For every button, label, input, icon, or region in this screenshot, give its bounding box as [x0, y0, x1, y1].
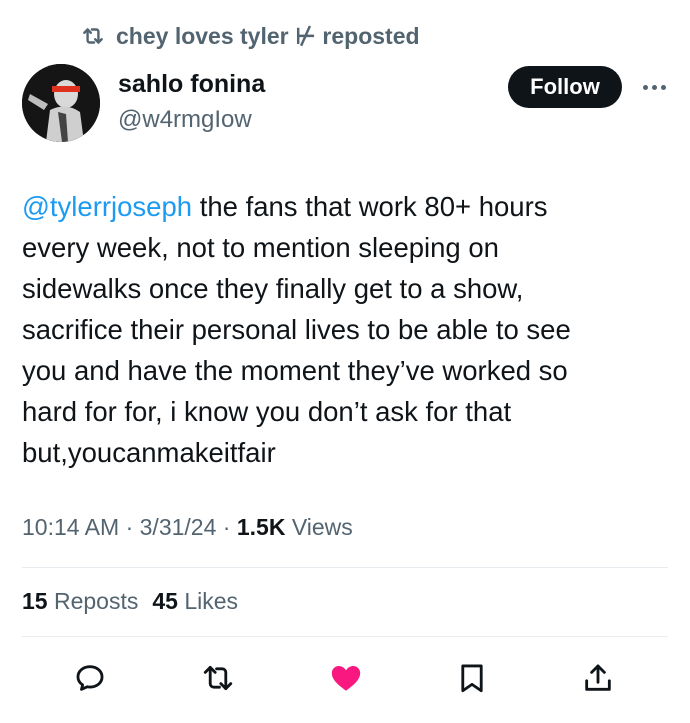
- reply-button[interactable]: [70, 658, 110, 698]
- bookmark-button[interactable]: [452, 658, 492, 698]
- divider: [22, 567, 668, 568]
- reposts-count: 15: [22, 588, 48, 614]
- action-bar: [0, 652, 690, 702]
- repost-button[interactable]: [198, 658, 238, 698]
- tweet-meta: 10:14 AM · 3/31/24 · 1.5K Views: [22, 514, 353, 541]
- repost-banner[interactable]: chey loves tyler ⊬ reposted: [80, 20, 420, 52]
- meta-separator: ·: [119, 514, 140, 540]
- follow-button[interactable]: Follow: [508, 66, 622, 108]
- engagement-stats: 15 Reposts 45 Likes: [22, 588, 238, 615]
- author-handle[interactable]: @w4rmgIow: [118, 106, 252, 134]
- author-name[interactable]: sahlo fonina: [118, 70, 265, 99]
- tweet-line: you and have the moment they’ve worked s…: [22, 355, 568, 386]
- tweet-line: the fans that work 80+ hours: [192, 191, 548, 222]
- avatar[interactable]: [22, 64, 100, 142]
- mention-link[interactable]: @tylerrjoseph: [22, 191, 192, 222]
- tweet-text: @tylerrjoseph the fans that work 80+ hou…: [22, 186, 662, 473]
- divider: [22, 636, 668, 637]
- share-button[interactable]: [578, 658, 618, 698]
- repost-icon: [203, 665, 233, 691]
- likes-count: 45: [152, 588, 178, 614]
- repost-banner-text[interactable]: chey loves tyler ⊬ reposted: [116, 23, 420, 50]
- views-count: 1.5K: [236, 514, 286, 540]
- tweet-line: hard for for, i know you don’t ask for t…: [22, 396, 512, 427]
- like-button[interactable]: [326, 658, 366, 698]
- tweet-line: every week, not to mention sleeping on: [22, 232, 499, 263]
- tweet-line: sidewalks once they finally get to a sho…: [22, 273, 524, 304]
- share-icon: [585, 664, 611, 691]
- avatar-image: [22, 64, 100, 142]
- tweet-line: but,youcanmakeitfair: [22, 437, 276, 468]
- bookmark-icon: [461, 664, 483, 693]
- reposts-stat[interactable]: 15 Reposts: [22, 588, 138, 615]
- more-options-icon[interactable]: [640, 80, 668, 94]
- reposts-label: Reposts: [53, 588, 139, 614]
- likes-label: Likes: [184, 588, 239, 614]
- likes-stat[interactable]: 45 Likes: [152, 588, 238, 615]
- tweet-line: sacrifice their personal lives to be abl…: [22, 314, 571, 345]
- views-label: Views: [285, 514, 353, 540]
- tweet-date[interactable]: 3/31/24: [140, 514, 217, 541]
- repost-icon: [83, 28, 103, 44]
- like-icon: [331, 665, 361, 691]
- meta-separator: ·: [216, 514, 237, 540]
- tweet-time[interactable]: 10:14 AM: [22, 514, 119, 541]
- reply-icon: [76, 665, 104, 691]
